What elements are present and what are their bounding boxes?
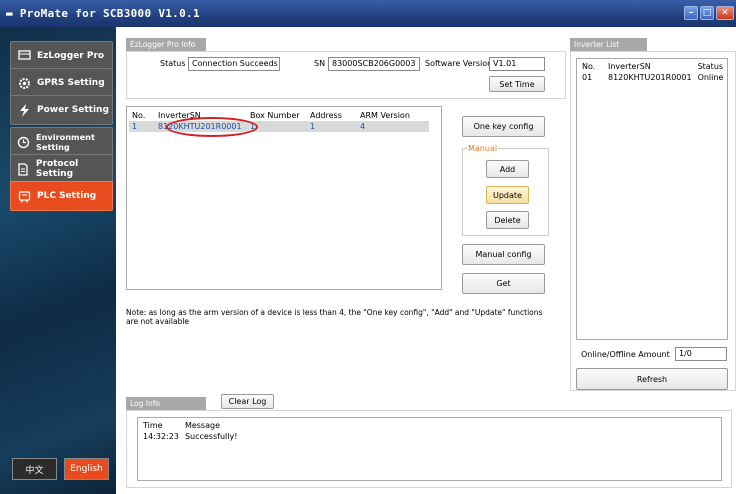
device-table-header: No. InverterSN Box Number Address ARM Ve… [129, 109, 429, 121]
column-header: No. [132, 110, 146, 120]
table-cell: Online [697, 73, 724, 82]
sidebar-item-label: EzLogger Pro [37, 51, 105, 61]
title-bar: ▬ ProMate for SCB3000 V1.0.1 – □ ✕ [0, 0, 736, 27]
status-label: Status [160, 59, 186, 68]
log-table: Time Message 14:32:23 Successfully! [140, 420, 720, 442]
add-button[interactable]: Add [486, 160, 529, 178]
log-table-header: Time Message [140, 420, 720, 431]
ezlogger-info-tab: EzLogger Pro Info [126, 38, 206, 51]
delete-button[interactable]: Delete [486, 211, 529, 229]
highlight-circle [166, 117, 258, 137]
clock-icon [17, 135, 30, 149]
plc-icon [17, 189, 31, 203]
get-label: Get [496, 279, 511, 288]
app-menu-icon[interactable]: ▬ [6, 7, 13, 20]
one-key-config-button[interactable]: One key config [462, 116, 545, 137]
sn-label: SN [314, 59, 326, 68]
log-info-tab: Log Info [126, 397, 206, 410]
manual-config-label: Manual config [475, 250, 532, 259]
online-offline-amount-field: 1/0 [675, 347, 727, 361]
table-cell: 01 [582, 73, 593, 82]
sidebar-item-label: Power Setting [37, 105, 109, 115]
document-icon [17, 162, 30, 176]
get-button[interactable]: Get [462, 273, 545, 294]
minimize-icon: – [688, 8, 694, 18]
manual-group: Manual Add Update Delete [462, 144, 549, 236]
column-header: Box Number [250, 110, 300, 120]
sidebar-item-power-setting[interactable]: Power Setting [10, 95, 113, 125]
log-info-tab-label: Log Info [130, 399, 160, 408]
sidebar-item-label: PLC Setting [37, 191, 97, 201]
table-row[interactable]: 01 8120KHTU201R0001 Online [579, 72, 727, 83]
window-title: ▬ ProMate for SCB3000 V1.0.1 [6, 7, 200, 20]
set-time-label: Set Time [499, 79, 535, 89]
refresh-button[interactable]: Refresh [576, 368, 728, 390]
column-header: ARM Version [360, 110, 410, 120]
language-chinese-label: 中文 [25, 465, 44, 476]
inverter-list-tab: Inverter List [570, 38, 647, 51]
sidebar-item-ezlogger-pro[interactable]: EzLogger Pro [10, 41, 113, 71]
column-header: Time [143, 421, 163, 430]
add-label: Add [499, 164, 516, 174]
column-header: No. [582, 62, 596, 71]
status-field: Connection Succeeds [188, 57, 280, 71]
lightning-icon [17, 103, 31, 117]
table-cell: 1 [310, 122, 316, 131]
sidebar-item-label: Protocol Setting [35, 159, 79, 179]
ezlogger-info-tab-label: EzLogger Pro Info [130, 40, 196, 49]
sidebar: EzLogger Pro GPRS Setting Power Setting … [0, 27, 116, 494]
sidebar-item-environment-setting[interactable]: Environment Setting [10, 127, 113, 157]
inverter-list-tab-label: Inverter List [574, 40, 620, 49]
manual-config-button[interactable]: Manual config [462, 244, 545, 265]
column-header: Status [697, 62, 724, 71]
gear-icon [17, 76, 31, 90]
main-panel: EzLogger Pro Info Status Connection Succ… [116, 27, 736, 494]
sidebar-item-label: Environment Setting [36, 132, 95, 152]
close-button[interactable]: ✕ [716, 6, 734, 20]
sn-field: 83000SCB206G0003 [328, 57, 420, 71]
refresh-label: Refresh [636, 374, 668, 384]
online-offline-amount-label: Online/Offline Amount [581, 350, 670, 359]
log-cell: 14:32:23 [143, 432, 179, 441]
table-cell: 1 [132, 122, 138, 131]
log-grid: Time Message 14:32:23 Successfully! [137, 417, 722, 481]
inverter-table: No. InverterSN Status 01 8120KHTU201R000… [579, 61, 727, 83]
column-header: Message [184, 421, 220, 430]
sidebar-item-label: GPRS Setting [37, 78, 105, 88]
log-cell: Successfully! [184, 432, 238, 441]
device-table: No. InverterSN Box Number Address ARM Ve… [126, 106, 442, 290]
column-header: InverterSN [608, 62, 651, 71]
language-english-button[interactable]: English [64, 458, 109, 480]
log-row[interactable]: 14:32:23 Successfully! [140, 431, 720, 442]
table-cell: 4 [360, 122, 366, 131]
language-english-label: English [70, 464, 103, 474]
table-cell: 8120KHTU201R0001 [608, 73, 692, 82]
delete-label: Delete [494, 215, 521, 225]
language-chinese-button[interactable]: 中文 [12, 458, 57, 480]
maximize-button[interactable]: □ [700, 6, 714, 20]
inverter-list-group: No. InverterSN Status 01 8120KHTU201R000… [570, 51, 736, 391]
close-icon: ✕ [721, 8, 729, 18]
manual-group-label: Manual [467, 144, 499, 153]
update-label: Update [493, 190, 522, 200]
minimize-button[interactable]: – [684, 6, 698, 20]
maximize-icon: □ [702, 8, 712, 18]
software-version-field: V1.01 [489, 57, 545, 71]
set-time-button[interactable]: Set Time [489, 76, 545, 92]
sidebar-item-plc-setting[interactable]: PLC Setting [10, 181, 113, 211]
software-version-label: Software Version [425, 59, 493, 68]
note-text: Note: as long as the arm version of a de… [126, 308, 543, 326]
ezlogger-info-group: Status Connection Succeeds SN 83000SCB20… [126, 51, 566, 99]
monitor-icon [17, 49, 31, 63]
update-button[interactable]: Update [486, 186, 529, 204]
inverter-list-grid: No. InverterSN Status 01 8120KHTU201R000… [576, 58, 728, 340]
sidebar-item-protocol-setting[interactable]: Protocol Setting [10, 154, 113, 184]
sidebar-item-gprs-setting[interactable]: GPRS Setting [10, 68, 113, 98]
inverter-table-header: No. InverterSN Status [579, 61, 727, 72]
clear-log-button[interactable]: Clear Log [221, 394, 274, 409]
log-info-group: Time Message 14:32:23 Successfully! [126, 410, 732, 488]
column-header: Address [310, 110, 342, 120]
one-key-config-label: One key config [473, 122, 534, 131]
clear-log-label: Clear Log [228, 397, 267, 406]
